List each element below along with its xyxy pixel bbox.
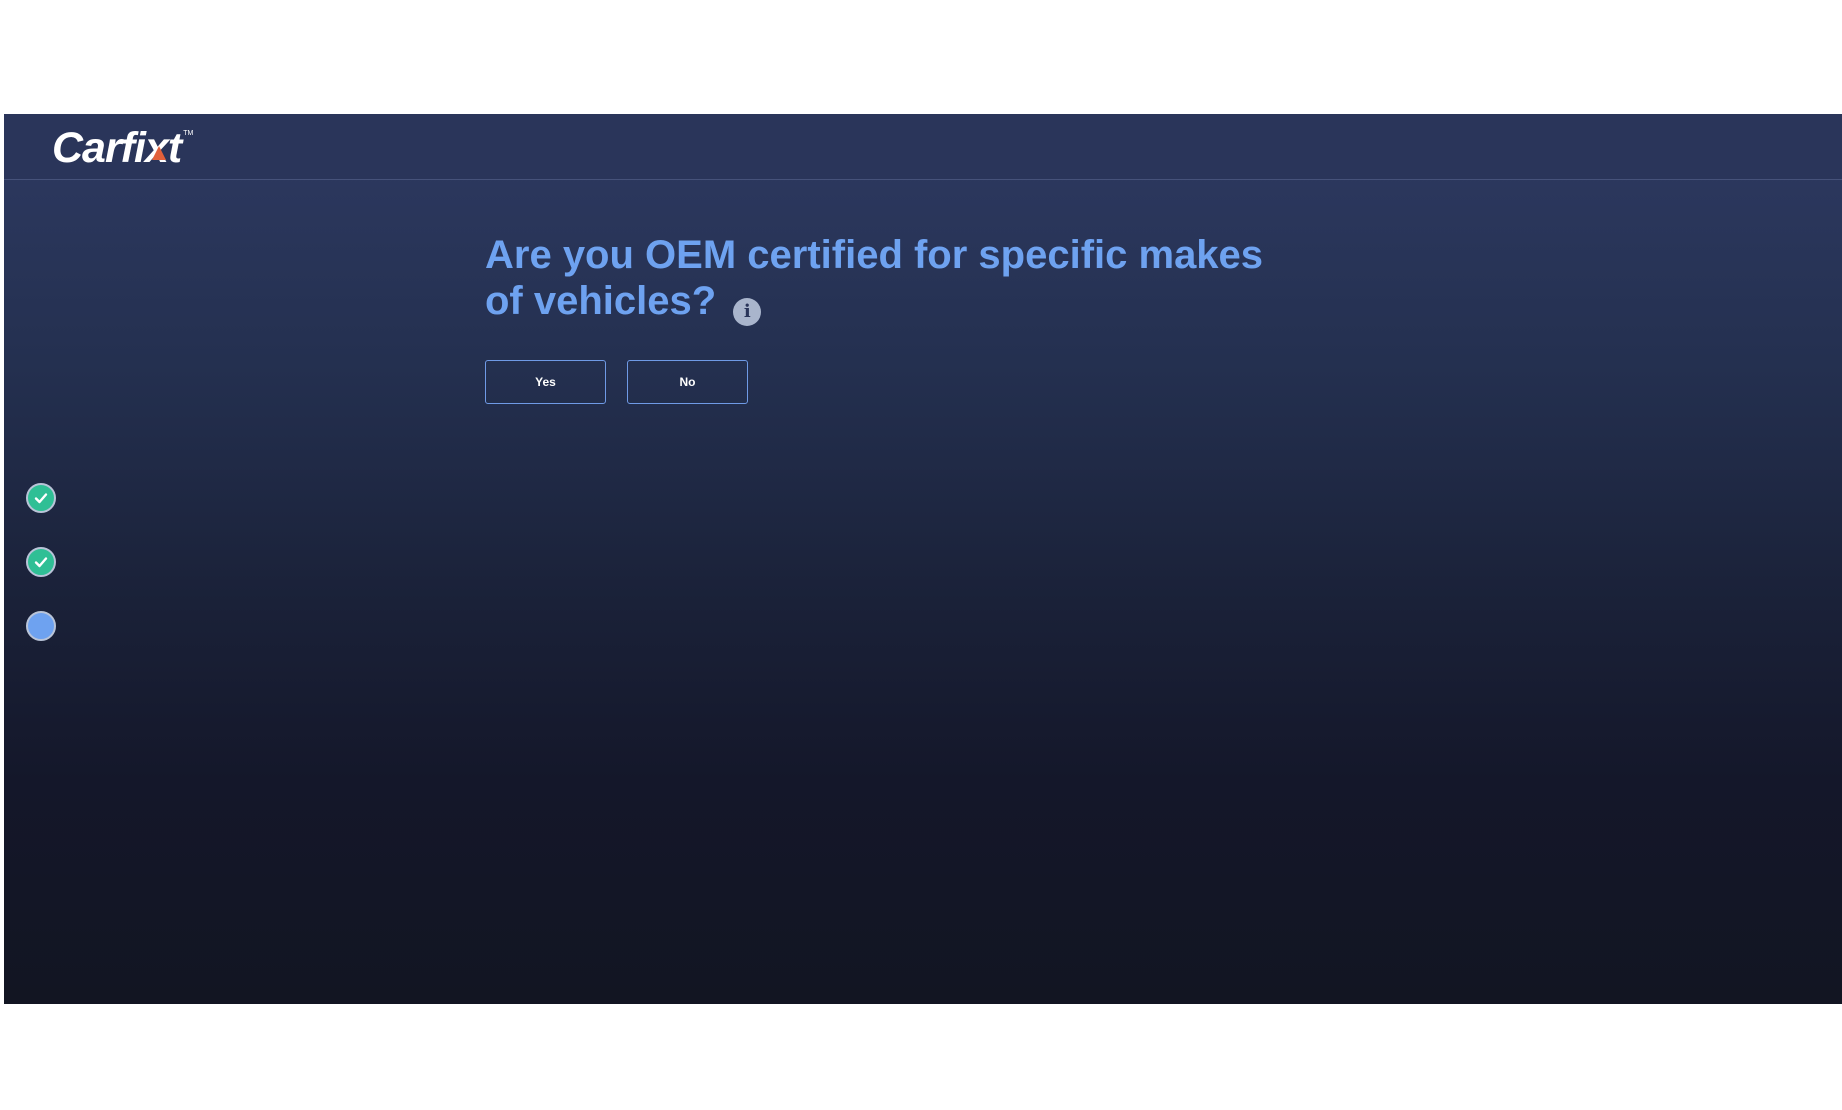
logo-accent-mark	[152, 146, 166, 160]
carfixt-logo[interactable]: Carfixt TM	[52, 126, 193, 170]
info-icon[interactable]: i	[733, 298, 762, 326]
top-header: Carfixt TM	[4, 114, 1842, 180]
progress-step-1-complete	[26, 483, 56, 513]
check-icon	[34, 493, 48, 504]
app-window: Carfixt TM Are you OEM certified for spe…	[4, 114, 1842, 1004]
progress-step-2-complete	[26, 547, 56, 577]
yes-button[interactable]: Yes	[485, 360, 606, 404]
logo-trademark: TM	[183, 130, 194, 137]
question-text: Are you OEM certified for specific makes…	[485, 233, 1264, 323]
progress-step-3-current	[26, 611, 56, 641]
no-button[interactable]: No	[627, 360, 748, 404]
question-heading: Are you OEM certified for specific makes…	[485, 232, 1265, 326]
check-icon	[34, 557, 48, 568]
